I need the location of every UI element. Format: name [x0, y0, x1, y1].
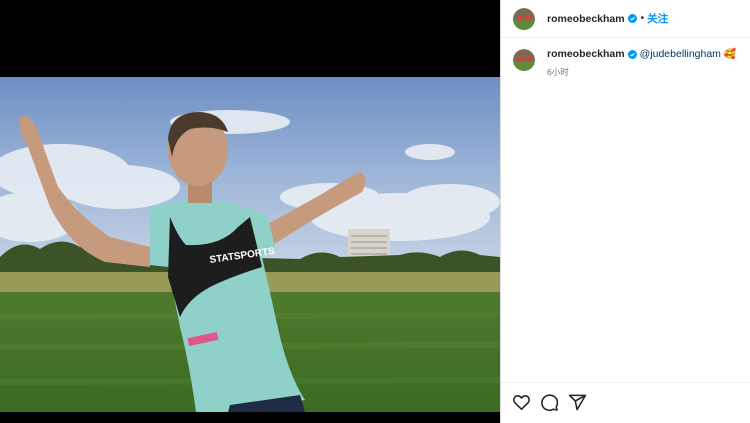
caption-line: romeobeckham @judebellingham 🥰 [547, 48, 736, 60]
post-media-pane: STATSPORTS [0, 0, 500, 423]
post-timestamp[interactable]: 6小时 [547, 66, 736, 78]
verified-badge-icon [627, 49, 637, 59]
author-avatar[interactable] [513, 7, 535, 30]
post-photo[interactable]: STATSPORTS [0, 77, 500, 412]
post-header: romeobeckham • 关注 [501, 0, 750, 38]
post-side-panel: romeobeckham • 关注 romeobeckham @judebell… [500, 0, 750, 423]
caption-emoji: 🥰 [723, 48, 737, 60]
caption-body: romeobeckham @judebellingham 🥰 6小时 [547, 48, 736, 78]
author-username[interactable]: romeobeckham [547, 13, 625, 25]
send-icon[interactable] [568, 393, 587, 412]
caption-avatar[interactable] [513, 49, 535, 71]
header-separator: • [640, 13, 645, 24]
heart-icon[interactable] [512, 393, 531, 412]
comment-icon[interactable] [540, 393, 559, 412]
post-caption: romeobeckham @judebellingham 🥰 6小时 [513, 48, 740, 78]
caption-username[interactable]: romeobeckham [547, 48, 625, 60]
follow-button[interactable]: 关注 [647, 11, 668, 26]
verified-badge-icon [627, 14, 637, 23]
caption-mention-link[interactable]: @judebellingham [640, 48, 721, 60]
post-actions-bar [501, 382, 750, 423]
